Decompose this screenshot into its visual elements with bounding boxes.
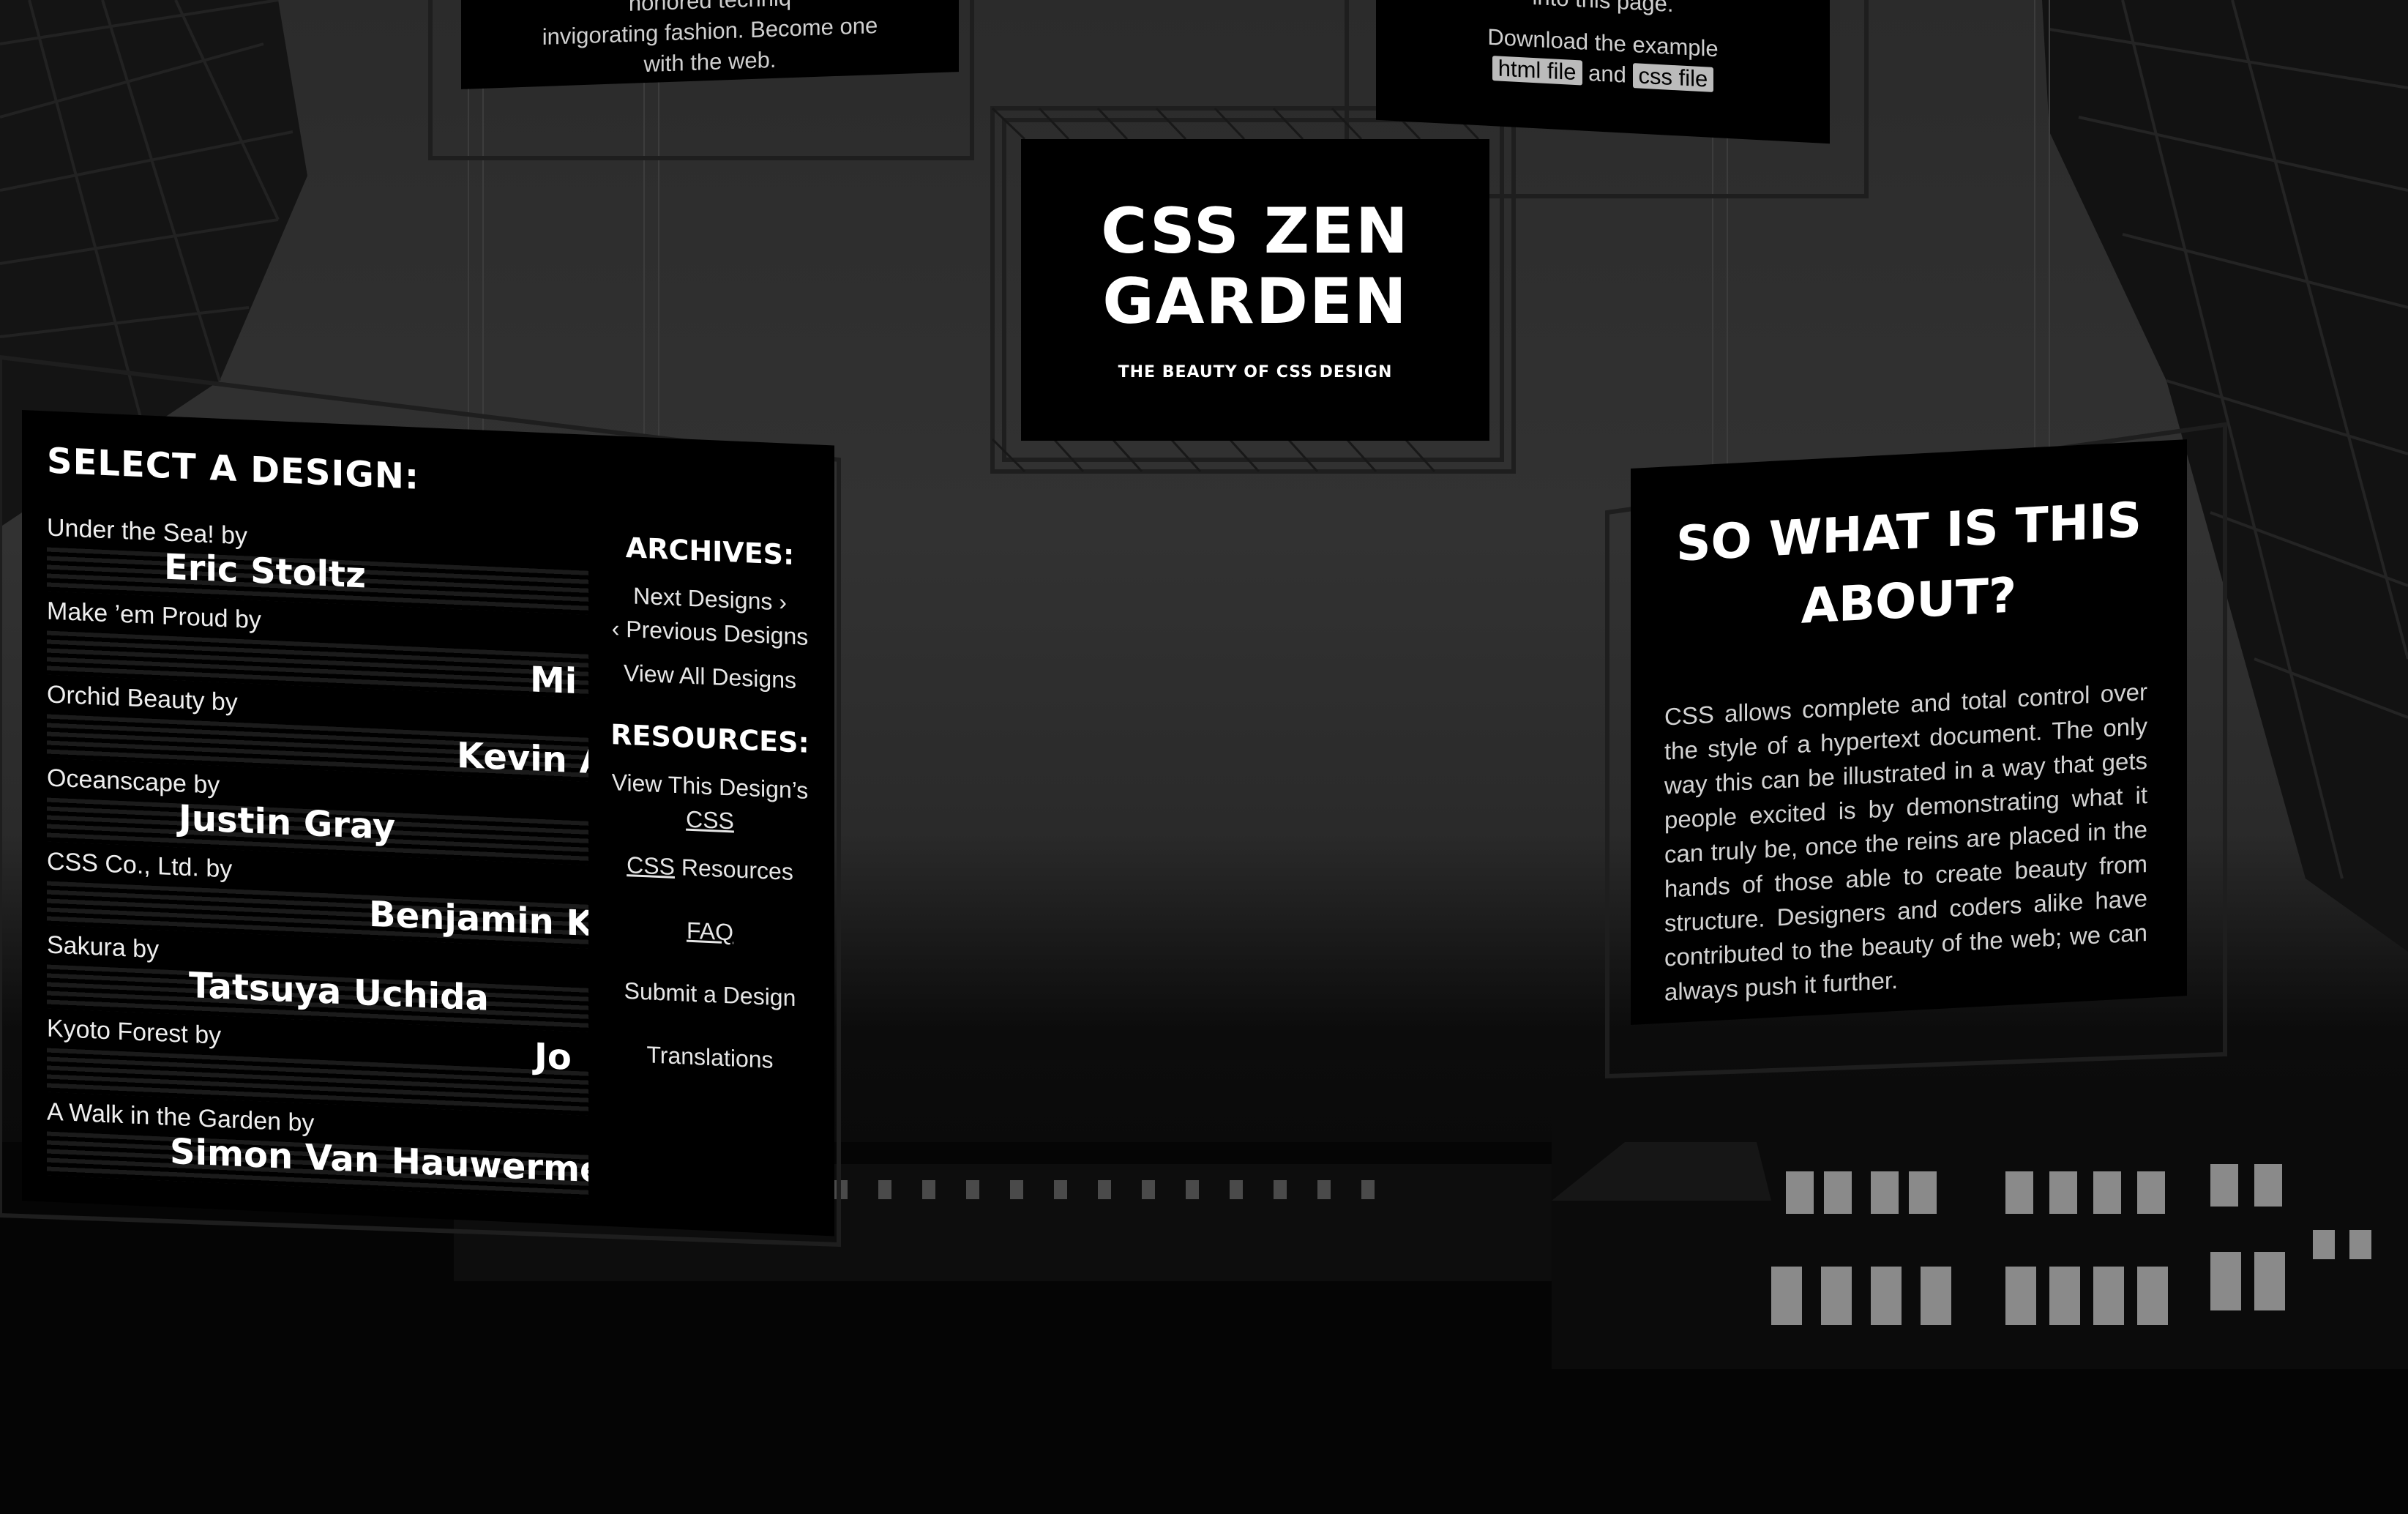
- design-name[interactable]: Under the Sea! by: [47, 513, 247, 551]
- design-author[interactable]: Kevin A: [457, 735, 588, 783]
- page-title: CSS ZEN GARDEN: [1021, 196, 1489, 337]
- view-css-line-1: View This Design’s: [611, 769, 809, 804]
- select-design-heading: SELECT A DESIGN:: [47, 440, 420, 498]
- design-author[interactable]: Eric Stoltz: [164, 546, 366, 596]
- about-panel: SO WHAT IS THIS ABOUT? CSS allows comple…: [1631, 439, 2187, 1025]
- design-selection-panel: SELECT A DESIGN: Under the Sea! by Eric …: [22, 410, 834, 1237]
- html-file-link[interactable]: html file: [1492, 55, 1582, 86]
- about-title-line-2: ABOUT?: [1801, 567, 2017, 635]
- tagline: THE BEAUTY OF CSS DESIGN: [1118, 363, 1393, 381]
- header-panel: CSS ZEN GARDEN THE BEAUTY OF CSS DESIGN: [1021, 139, 1489, 441]
- design-list: Under the Sea! by Eric Stoltz Make ’em P…: [47, 513, 588, 1210]
- submit-design-link[interactable]: Submit a Design: [593, 972, 827, 1016]
- about-body: CSS allows complete and total control ov…: [1664, 678, 2147, 1006]
- css-file-link[interactable]: css file: [1632, 63, 1714, 92]
- sidebar-nav: ARCHIVES: Next Designs › ‹ Previous Desi…: [593, 530, 827, 1079]
- css-resources-link[interactable]: CSS Resources: [593, 846, 827, 890]
- design-author[interactable]: Mi: [530, 659, 577, 702]
- css-abbr: CSS: [627, 851, 675, 880]
- translations-link[interactable]: Translations: [593, 1035, 827, 1079]
- css-resources-rest: Resources: [674, 853, 793, 886]
- about-heading: SO WHAT IS THIS ABOUT?: [1631, 483, 2187, 650]
- download-panel: into this page. Download the example htm…: [1376, 0, 1830, 144]
- design-author[interactable]: Jo: [534, 1036, 572, 1078]
- faq-link[interactable]: FAQ: [593, 909, 827, 953]
- archives-heading: ARCHIVES:: [625, 532, 795, 572]
- title-line-2: GARDEN: [1102, 265, 1408, 338]
- about-title-line-1: SO WHAT IS THIS: [1675, 491, 2142, 573]
- design-name[interactable]: Sakura by: [47, 931, 159, 964]
- and-text: and: [1588, 59, 1626, 88]
- view-design-css-link[interactable]: View This Design’s CSS: [593, 764, 827, 842]
- title-line-1: CSS ZEN: [1101, 195, 1410, 268]
- view-css-line-2: CSS: [686, 805, 734, 835]
